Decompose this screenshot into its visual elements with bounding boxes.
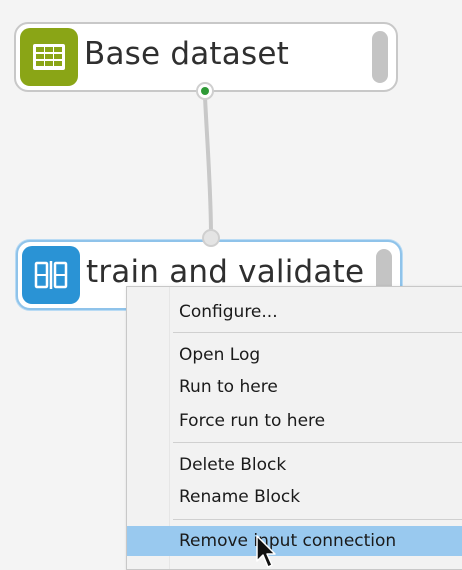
menu-separator [173, 519, 462, 520]
menu-item-run-to-here[interactable]: Run to here [127, 372, 462, 402]
context-menu: Configure... Open Log Run to here Force … [126, 286, 462, 570]
menu-item-force-run-to-here[interactable]: Force run to here [127, 406, 462, 436]
block-title: Base dataset [84, 36, 289, 72]
table-icon [20, 28, 78, 86]
menu-item-delete-block[interactable]: Delete Block [127, 450, 462, 480]
menu-item-remove-input-connection[interactable]: Remove input connection [127, 526, 462, 556]
menu-item-configure[interactable]: Configure... [127, 297, 462, 327]
menu-separator [173, 442, 462, 443]
menu-separator [173, 332, 462, 333]
input-port[interactable] [202, 229, 220, 247]
output-port[interactable] [196, 82, 214, 100]
mouse-cursor-icon [256, 535, 276, 568]
block-drag-handle[interactable] [372, 31, 388, 83]
menu-item-rename-block[interactable]: Rename Block [127, 482, 462, 512]
menu-item-open-log[interactable]: Open Log [127, 340, 462, 370]
block-title: train and validate [86, 254, 365, 290]
split-icon [22, 246, 80, 304]
